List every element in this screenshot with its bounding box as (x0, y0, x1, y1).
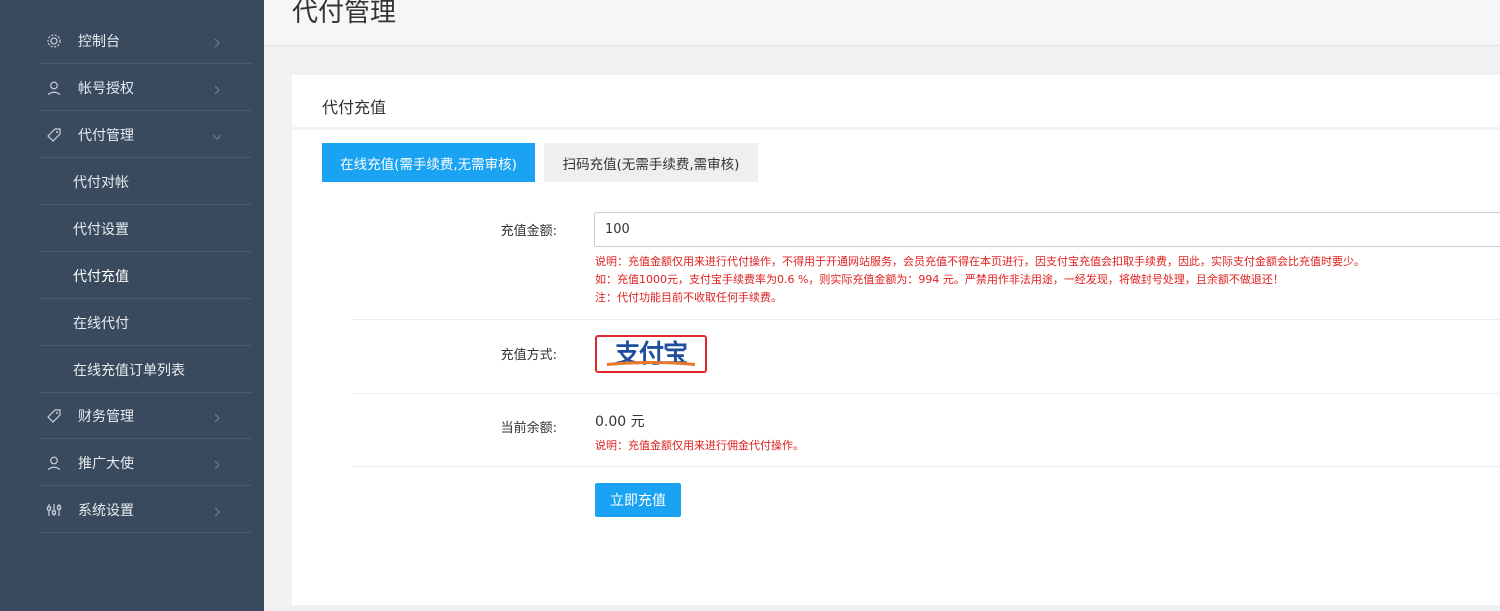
sidebar-subitem-recharge[interactable]: 代付充值 (40, 253, 252, 299)
recharge-card: 代付充值 在线充值(需手续费,无需审核) 扫码充值(无需手续费,需审核) 充值金… (292, 75, 1500, 605)
sidebar-item-finance[interactable]: 财务管理 (40, 393, 252, 439)
sidebar-item-promotion[interactable]: 推广大使 (40, 440, 252, 486)
row-divider (352, 466, 1500, 467)
amount-input[interactable] (594, 212, 1500, 247)
sidebar-item-label: 帐号授权 (78, 80, 134, 97)
sidebar-item-label: 财务管理 (78, 408, 134, 425)
row-divider (352, 393, 1500, 394)
amount-note-1: 说明：充值金额仅用来进行代付操作，不得用于开通网站服务，会员充值不得在本页进行，… (595, 255, 1365, 268)
row-divider (352, 319, 1500, 320)
gear-icon (46, 33, 62, 49)
chevron-right-icon (212, 36, 222, 47)
sidebar-item-dashboard[interactable]: 控制台 (40, 18, 252, 64)
sidebar-item-label: 代付管理 (78, 127, 134, 144)
tag-icon (46, 408, 62, 424)
sidebar-subitem-label: 代付对帐 (73, 174, 129, 191)
card-title: 代付充值 (322, 98, 387, 117)
chevron-down-icon (212, 130, 222, 140)
user-icon (46, 455, 62, 471)
sidebar-item-label: 系统设置 (78, 502, 134, 519)
sidebar-item-payment-management[interactable]: 代付管理 (40, 112, 252, 158)
sidebar-subitem-label: 在线代付 (73, 315, 129, 332)
amount-note-3: 注：代付功能目前不收取任何手续费。 (595, 291, 782, 304)
sidebar: 控制台 帐号授权 代付管理 代付对帐 代付设置 代付充值 在线代付 在线充值订单… (0, 0, 264, 611)
alipay-swoosh-icon (607, 361, 695, 366)
balance-note: 说明：充值金额仅用来进行佣金代付操作。 (595, 439, 804, 452)
tab-online-recharge[interactable]: 在线充值(需手续费,无需审核) (322, 143, 535, 182)
amount-note-2: 如：充值1000元，支付宝手续费率为0.6 %，则实际充值金额为：994 元。严… (595, 273, 1284, 286)
sliders-icon (46, 502, 62, 518)
balance-label: 当前余额: (500, 421, 557, 436)
amount-label: 充值金额: (500, 224, 557, 239)
chevron-right-icon (212, 83, 222, 94)
sidebar-subitem-reconciliation[interactable]: 代付对帐 (40, 159, 252, 205)
tab-qrcode-recharge[interactable]: 扫码充值(无需手续费,需审核) (544, 143, 758, 182)
balance-value: 0.00 元 (595, 414, 645, 430)
recharge-submit-button[interactable]: 立即充值 (595, 483, 681, 517)
card-divider (292, 127, 1500, 130)
sidebar-item-label: 推广大使 (78, 455, 134, 472)
sidebar-item-account-auth[interactable]: 帐号授权 (40, 65, 252, 111)
sidebar-subitem-recharge-orders[interactable]: 在线充值订单列表 (40, 347, 252, 393)
sidebar-subitem-label: 代付设置 (73, 221, 129, 238)
method-label: 充值方式: (500, 348, 557, 363)
sidebar-subitem-label: 代付充值 (73, 268, 129, 285)
sidebar-subitem-online-payment[interactable]: 在线代付 (40, 300, 252, 346)
tag-icon (46, 127, 62, 143)
sidebar-item-system-settings[interactable]: 系统设置 (40, 487, 252, 533)
chevron-right-icon (212, 411, 222, 422)
alipay-option[interactable]: 支付宝 (595, 335, 707, 373)
chevron-right-icon (212, 505, 222, 516)
page-title: 代付管理 (292, 0, 397, 28)
sidebar-item-label: 控制台 (78, 33, 120, 50)
chevron-right-icon (212, 458, 222, 469)
user-icon (46, 80, 62, 96)
sidebar-subitem-settings[interactable]: 代付设置 (40, 206, 252, 252)
page-header: 代付管理 (264, 0, 1500, 46)
sidebar-subitem-label: 在线充值订单列表 (73, 362, 185, 379)
